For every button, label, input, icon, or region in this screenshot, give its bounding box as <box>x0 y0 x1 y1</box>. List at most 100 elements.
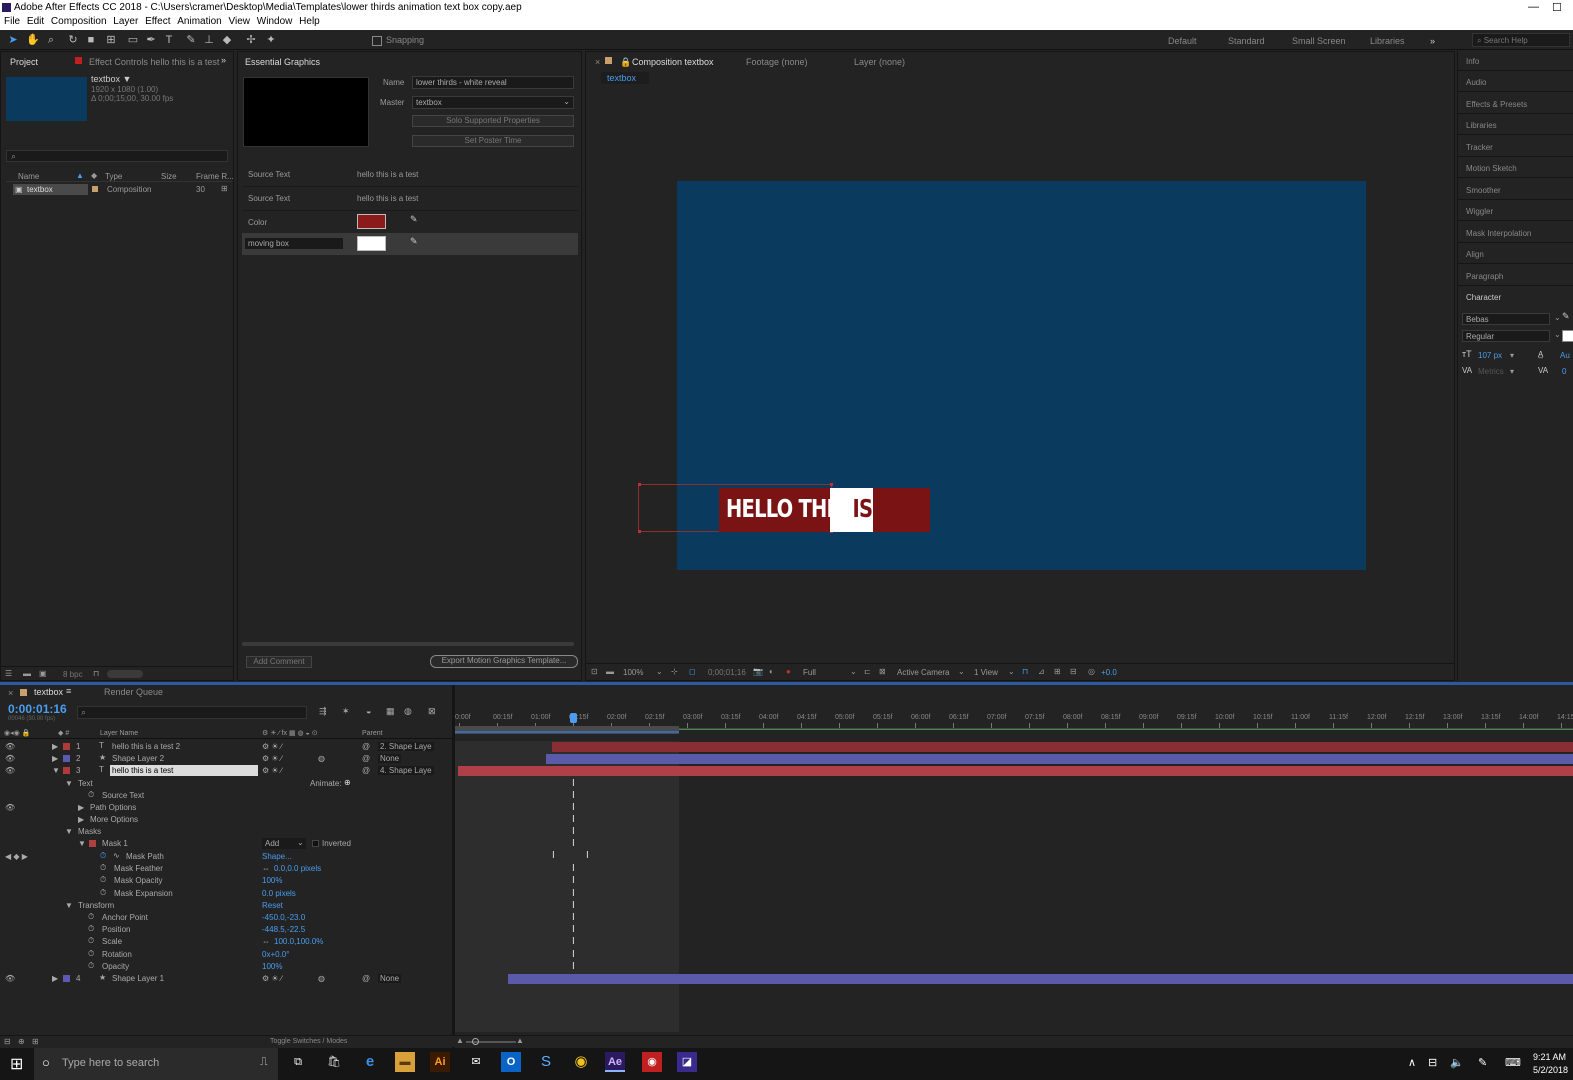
col-frame-rate[interactable]: Frame R... <box>196 172 234 181</box>
layer-switches-icon[interactable]: ⚙ ☀ ∕ <box>262 754 282 763</box>
bbox-handle[interactable] <box>830 483 833 486</box>
col-layer-name[interactable]: Layer Name <box>100 730 138 737</box>
layer-label-color[interactable] <box>63 975 70 982</box>
panel-overflow-icon[interactable]: » <box>221 55 226 65</box>
interpret-footage-icon[interactable]: ☰ <box>5 669 12 678</box>
menu-composition[interactable]: Composition <box>51 16 107 27</box>
solo-supported-properties-button[interactable]: Solo Supported Properties <box>412 115 574 127</box>
fast-previews-icon[interactable]: ⊿ <box>1038 667 1045 676</box>
project-search-input[interactable]: ⌕ <box>6 150 228 162</box>
motion-blur-switch-icon[interactable]: ◍ <box>318 974 325 983</box>
master-select[interactable]: textbox ⌄ <box>412 96 574 109</box>
animate-label[interactable]: Animate: <box>310 779 342 788</box>
expand-arrow-icon[interactable]: ▶ <box>78 803 84 812</box>
panel-info[interactable]: Info <box>1458 51 1573 71</box>
add-animator-icon[interactable]: ⊕ <box>344 778 351 787</box>
layer-duration-bar-3[interactable] <box>458 766 1573 776</box>
lock-icon[interactable]: 🔒 <box>620 57 631 68</box>
taskbar-search-box[interactable]: ○ Type here to search ⎍ <box>34 1048 278 1080</box>
layer-label-color[interactable] <box>63 743 70 750</box>
stopwatch-icon[interactable]: ⏱ <box>88 949 94 959</box>
layer-duration-bar-2[interactable] <box>546 754 1573 764</box>
project-scrollbar[interactable] <box>107 670 143 678</box>
toggle-pixel-aspect-icon[interactable]: ⊓ <box>1022 667 1028 676</box>
red-app-icon[interactable]: ◉ <box>642 1052 662 1072</box>
eye-icon[interactable]: 👁 <box>5 742 15 751</box>
mask-feather-value[interactable]: 0.0,0.0 pixels <box>274 864 321 873</box>
transform-row[interactable]: ▼ Transform Reset <box>0 900 452 912</box>
panel-paragraph[interactable]: Paragraph <box>1458 266 1573 286</box>
font-style-select[interactable]: Regular <box>1462 330 1550 342</box>
keyframe-marker[interactable]: I <box>572 875 575 886</box>
reset-transform-link[interactable]: Reset <box>262 901 283 910</box>
keyframe-marker[interactable]: I <box>572 814 575 825</box>
template-name-input[interactable]: lower thirds - white reveal <box>412 76 574 89</box>
frame-blending-icon[interactable]: ▦ <box>386 706 395 717</box>
stopwatch-icon[interactable]: ⏱ <box>88 961 94 971</box>
workspace-default[interactable]: Default <box>1168 36 1197 46</box>
eye-icon[interactable]: 👁 <box>5 766 15 775</box>
expand-arrow-icon[interactable]: ▶ <box>52 742 58 751</box>
col-size[interactable]: Size <box>161 172 177 181</box>
shy-layers-icon[interactable]: ◒ <box>366 706 371 716</box>
puppet-tool-icon[interactable]: ✦ <box>264 33 278 47</box>
eyedropper-icon[interactable]: ✎ <box>410 236 418 247</box>
panel-audio[interactable]: Audio <box>1458 72 1573 92</box>
layer-label-color[interactable] <box>63 755 70 762</box>
tab-timeline-textbox[interactable]: textbox <box>34 687 63 697</box>
menu-view[interactable]: View <box>229 16 251 27</box>
keyframe-marker[interactable]: I <box>572 826 575 837</box>
volume-icon[interactable]: 🔈 <box>1450 1056 1464 1069</box>
rotate-tool-icon[interactable]: ↻ <box>66 33 80 47</box>
transparency-grid-icon[interactable]: ⊠ <box>879 667 886 676</box>
zoom-in-icon[interactable]: ▲ <box>516 1036 524 1045</box>
font-size-value[interactable]: 107 px <box>1478 351 1502 360</box>
parent-select[interactable]: None <box>378 754 402 763</box>
keyframe-marker[interactable]: I <box>572 924 575 935</box>
menu-effect[interactable]: Effect <box>145 16 170 27</box>
stopwatch-icon[interactable]: ⏱ <box>100 863 106 873</box>
mask-feather-row[interactable]: ⏱ Mask Feather ⇔ 0.0,0.0 pixels <box>0 863 452 875</box>
panel-align[interactable]: Align <box>1458 244 1573 264</box>
zoom-out-icon[interactable]: ▲ <box>456 1036 464 1045</box>
store-icon[interactable]: 🛍 <box>324 1052 344 1072</box>
clone-stamp-tool-icon[interactable]: ⊥ <box>202 33 216 47</box>
after-effects-icon[interactable]: Ae <box>605 1052 625 1072</box>
tab-project[interactable]: Project <box>10 57 38 67</box>
pickwhip-icon[interactable]: @ <box>362 974 370 983</box>
position-value[interactable]: -448.5,-22.5 <box>262 925 305 934</box>
hand-tool-icon[interactable]: ✋ <box>26 33 40 47</box>
mask-path-row[interactable]: ◀ ◆ ▶ ⏱ ∿ Mask Path Shape... <box>0 851 452 863</box>
title-safe-icon[interactable]: ⊹ <box>671 667 678 676</box>
anchor-point-row[interactable]: ⏱ Anchor Point -450.0,-23.0 <box>0 912 452 924</box>
property-row-moving-box[interactable]: moving box ✎ <box>242 233 578 255</box>
task-view-icon[interactable]: ⧉ <box>288 1052 308 1072</box>
rotation-value[interactable]: 0x+0.0° <box>262 950 289 959</box>
stopwatch-icon[interactable]: ⏱ <box>100 875 106 885</box>
layer-switches-icon[interactable]: ⚙ ☀ ∕ <box>262 742 282 751</box>
anchor-point-value[interactable]: -450.0,-23.0 <box>262 913 305 922</box>
edge-icon[interactable]: e <box>360 1052 380 1072</box>
tab-layer[interactable]: Layer (none) <box>854 57 905 67</box>
scale-value[interactable]: 100.0,100.0% <box>274 937 323 946</box>
viewer-timecode[interactable]: 0;00;01;16 <box>708 668 746 677</box>
keyframe-marker[interactable]: I <box>572 949 575 960</box>
timeline-search-input[interactable]: ⌕ <box>77 706 307 719</box>
pan-behind-tool-icon[interactable]: ⊞ <box>104 33 118 47</box>
character-title[interactable]: Character <box>1466 293 1501 302</box>
clock-time[interactable]: 9:21 AM <box>1533 1052 1566 1062</box>
pen-workspace-icon[interactable]: ✎ <box>1478 1056 1487 1069</box>
masks-row[interactable]: ▼ Masks <box>0 826 452 838</box>
text-group-row[interactable]: ▼ Text Animate: ⊕ <box>0 778 452 790</box>
panel-effects-presets[interactable]: Effects & Presets <box>1458 94 1573 114</box>
region-icon[interactable]: ▬ <box>606 667 614 676</box>
eyedropper-icon[interactable]: ✎ <box>410 214 418 225</box>
layer-name[interactable]: Shape Layer 2 <box>112 754 164 763</box>
parent-select[interactable]: None <box>378 974 402 983</box>
tab-essential-graphics[interactable]: Essential Graphics <box>245 57 320 67</box>
comp-mini-flowchart-icon[interactable]: ⇶ <box>319 706 327 717</box>
keyframe-marker[interactable]: I <box>572 912 575 923</box>
panel-tracker[interactable]: Tracker <box>1458 137 1573 157</box>
menu-window[interactable]: Window <box>257 16 293 27</box>
snapping-checkbox[interactable] <box>372 36 382 46</box>
